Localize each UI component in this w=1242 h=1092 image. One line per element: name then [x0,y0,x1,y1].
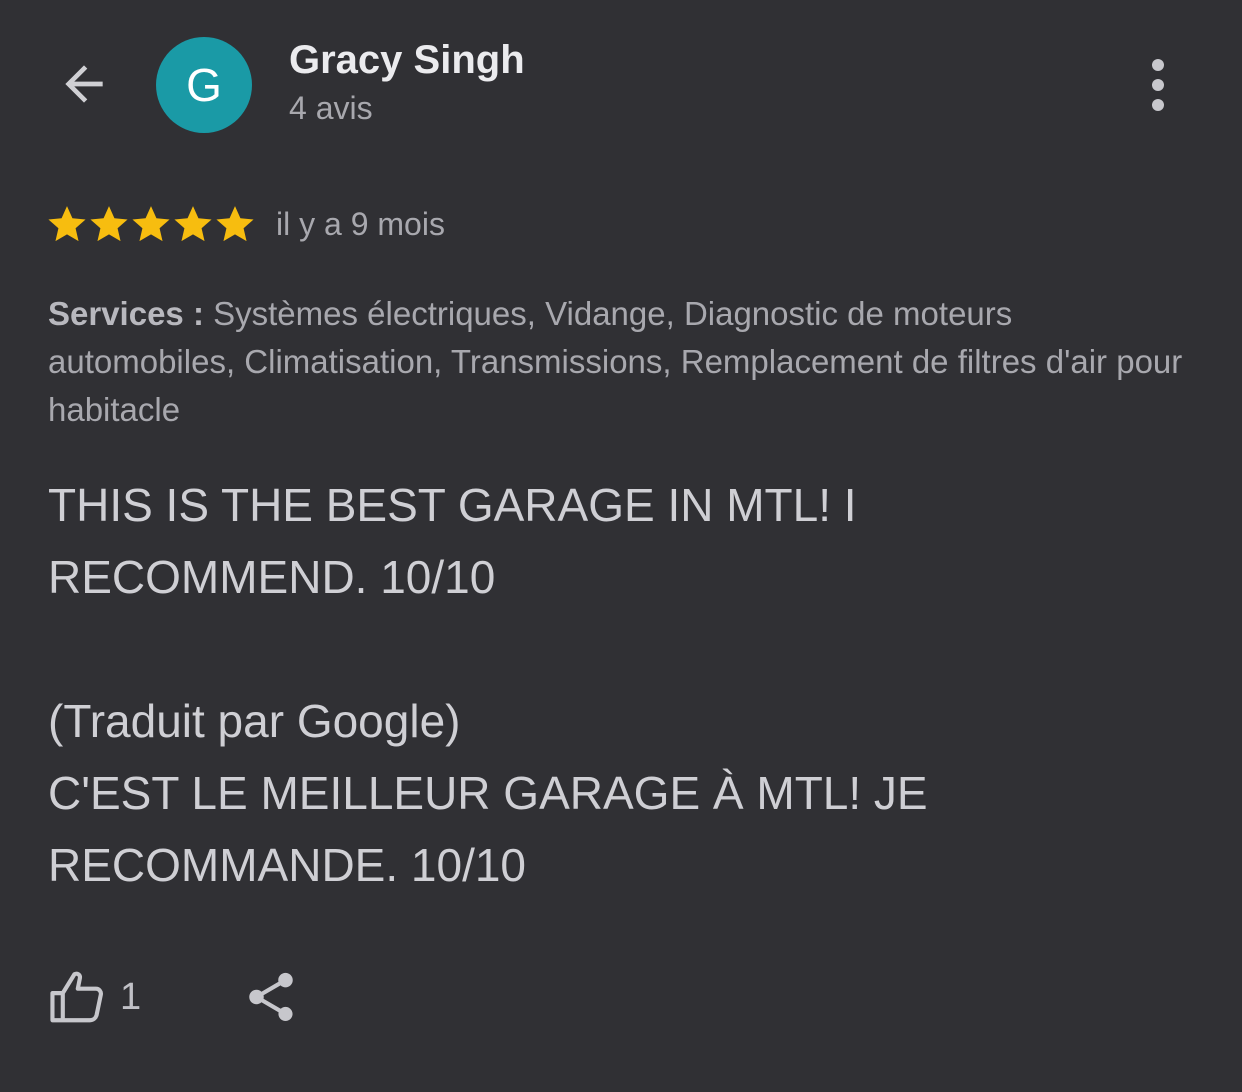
author-name[interactable]: Gracy Singh [289,38,525,83]
share-icon [249,972,293,1021]
star-icon [90,206,128,242]
more-options-button[interactable] [1128,50,1188,120]
like-count: 1 [120,975,142,1018]
review-count: 4 avis [289,90,373,126]
star-icon [174,206,212,242]
avatar[interactable]: G [156,37,252,133]
star-icon [48,206,86,242]
more-vertical-icon [1152,59,1164,71]
share-button[interactable] [238,962,304,1032]
services-section: Services : Systèmes électriques, Vidange… [48,290,1208,434]
services-label: Services : [48,295,204,332]
thumbs-up-icon [50,971,103,1023]
back-button[interactable] [44,46,124,122]
star-icon [216,206,254,242]
star-icon [132,206,170,242]
star-rating [46,203,256,245]
services-value: Systèmes électriques, Vidange, Diagnosti… [48,295,1183,428]
translated-by-google-label: (Traduit par Google) [48,695,461,747]
review-time: il y a 9 mois [276,206,445,242]
avatar-letter: G [186,59,222,111]
review-translated-text: C'EST LE MEILLEUR GARAGE À MTL! JE RECOM… [48,767,928,891]
arrow-left-icon [65,65,103,103]
like-button[interactable]: 1 [46,962,141,1032]
review-original-text: THIS IS THE BEST GARAGE IN MTL! I RECOMM… [48,479,857,603]
